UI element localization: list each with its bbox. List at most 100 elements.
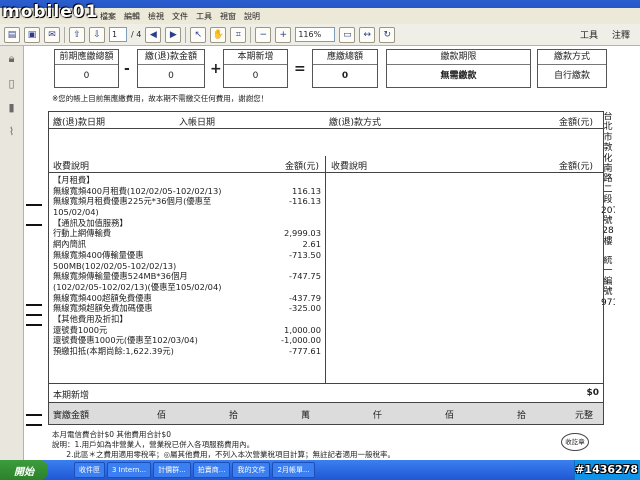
charge-item: 無線寬頻傳輸量優惠524MB*36個月 -747.75 [53, 271, 321, 282]
footnotes: 本月電信費合計$0 其他費用合計$0 說明：1.用戶如為非營業人，營業稅已併入各… [52, 430, 395, 460]
new-charges-row-amount: $0 [586, 388, 599, 398]
total-due-box: 應繳總額 0 [312, 49, 378, 88]
taskbar-item[interactable]: 3 Intern... [107, 462, 152, 478]
menu-tools[interactable]: 工具 [196, 11, 212, 22]
no-payment-note: ※您的帳上目前無應繳費用，故本期不需繳交任何費用，謝謝您！ [52, 94, 269, 103]
unit-shi: 拾 [229, 411, 239, 421]
mobile01-logo: mobile01 [2, 2, 99, 22]
payment-header-row: 繳(退)款日期 入帳日期 繳(退)款方式 金額(元) [49, 112, 603, 129]
unit-qian: 仟 [373, 411, 383, 421]
tools-button[interactable]: 工具 [580, 28, 598, 41]
tick-mark [26, 314, 42, 316]
charge-item: 還號費1000元 1,000.00 [53, 324, 321, 335]
due-date-box: 繳款期限 無需繳款 [386, 49, 531, 88]
taskbar-item[interactable]: 拍賣商... [192, 462, 231, 478]
lock-icon[interactable]: 🔒︎ [5, 52, 19, 66]
forum-watermark: #1436278 [575, 463, 638, 476]
comment-button[interactable]: 注釋 [612, 28, 630, 41]
toolbar-divider [185, 26, 187, 43]
refund-label: 繳(退)款金額 [138, 50, 204, 65]
refund-box: 繳(退)款金額 0 [137, 49, 205, 88]
navigation-pane: 🔒︎ ▯ ▮ ⌇ [0, 46, 24, 460]
email-icon[interactable]: ✉ [44, 26, 60, 43]
print-icon[interactable]: ▤ [4, 26, 20, 43]
margin-tick-marks [26, 92, 44, 452]
bookmark-icon[interactable]: ▮ [5, 100, 19, 114]
zoom-select[interactable]: 116% [295, 27, 336, 42]
select-tool-icon[interactable]: ↖ [190, 26, 207, 43]
tick-mark [26, 304, 42, 306]
equals-sign: = [294, 61, 306, 77]
charge-item: 【月租費】 [53, 175, 95, 185]
received-stamp: 收訖章 [561, 433, 589, 451]
fit-width-icon[interactable]: ↔ [359, 26, 376, 43]
charge-item: (102/02/05-102/02/13)(優惠至105/02/04) [53, 281, 222, 292]
rotate-icon[interactable]: ↻ [379, 26, 396, 43]
charge-item: 無線寬頻400月租費(102/02/05-102/02/13) 116.13 [53, 185, 321, 196]
charge-item: 【通訊及加值服務】 [53, 217, 128, 228]
unit-wan: 萬 [301, 411, 311, 421]
next-page-icon[interactable]: ⇩ [89, 26, 105, 43]
snapshot-icon[interactable]: ⌗ [230, 26, 247, 43]
minus-sign: - [124, 61, 130, 77]
charge-item: 無線寬頻月租費優惠225元*36個月(優惠至 -116.13 [53, 196, 321, 207]
charge-items: 【月租費】 無線寬頻400月租費(102/02/05-102/02/13) 116… [53, 175, 321, 357]
new-charges-value: 0 [252, 71, 259, 81]
taskbar-item[interactable]: 我的文件 [232, 462, 271, 478]
menu-view[interactable]: 檢視 [148, 11, 164, 22]
new-charges-row-label: 本期新增 [53, 391, 90, 401]
zoom-out-icon[interactable]: − [255, 26, 272, 43]
toolbar-divider [64, 26, 65, 43]
menu-help[interactable]: 說明 [244, 11, 260, 22]
actual-payment-row: 實繳金額 佰 拾 萬 仟 佰 拾 元整 [49, 403, 603, 424]
charge-item: 行動上網傳輸費 2,999.03 [53, 228, 321, 239]
charges-amount-header-right: 金額(元) [559, 162, 594, 172]
menu-edit[interactable]: 編輯 [124, 11, 140, 22]
charges-desc-header-left: 收費說明 [53, 162, 90, 172]
back-icon[interactable]: ◀ [145, 26, 162, 43]
due-date-value: 無需繳款 [440, 71, 477, 81]
column-divider [325, 156, 326, 383]
charge-item: 還號費優惠1000元(優惠至102/03/04) -1,000.00 [53, 335, 321, 346]
bill-detail-table: 繳(退)款日期 入帳日期 繳(退)款方式 金額(元) 收費說明 金額(元) 收費… [48, 111, 604, 425]
tick-mark [26, 424, 42, 426]
payment-method-header: 繳(退)款方式 [329, 118, 382, 128]
prev-page-icon[interactable]: ⇧ [69, 26, 85, 43]
pages-icon[interactable]: ▯ [5, 76, 19, 90]
fit-page-icon[interactable]: ▭ [339, 26, 356, 43]
tick-mark [26, 324, 42, 326]
new-charges-row: 本期新增 $0 [49, 383, 603, 403]
footnote-line: 本月電信費合計$0 其他費用合計$0 [52, 430, 171, 439]
page-total: / 4 [131, 30, 142, 39]
attachment-icon[interactable]: ⌇ [5, 124, 19, 138]
charges-header-row: 收費說明 金額(元) 收費說明 金額(元) [49, 156, 603, 173]
prev-balance-label: 前期應繳總額 [55, 50, 118, 65]
toolbar-divider [250, 26, 252, 43]
unit-shi-2: 拾 [517, 411, 527, 421]
page-number-input[interactable]: 1 [109, 27, 127, 42]
save-icon[interactable]: ▣ [24, 26, 40, 43]
charge-item: 預繳扣抵(本期尚餘:1,622.39元) -777.61 [53, 346, 321, 356]
due-date-label: 繳款期限 [387, 50, 530, 65]
pay-method-label: 繳款方式 [538, 50, 606, 65]
menu-file[interactable]: 檔案 [100, 11, 116, 22]
tick-mark [26, 224, 42, 226]
start-button[interactable]: 開始 [0, 460, 48, 480]
charges-desc-header-right: 收費說明 [331, 162, 368, 172]
tick-mark [26, 204, 42, 206]
taskbar: 開始 收件匣 3 Intern... 計價群... 拍賣商... 我的文件 2月… [0, 460, 640, 480]
zoom-in-icon[interactable]: + [275, 26, 292, 43]
taskbar-item[interactable]: 計價群... [153, 462, 191, 478]
hand-tool-icon[interactable]: ✋ [210, 26, 227, 43]
tick-mark [26, 414, 42, 416]
forward-icon[interactable]: ▶ [165, 26, 182, 43]
taskbar-item[interactable]: 收件匣 [74, 462, 105, 478]
taskbar-item[interactable]: 2月帳單... [272, 462, 315, 478]
payment-amount-header: 金額(元) [559, 118, 594, 128]
menu-window[interactable]: 視窗 [220, 11, 236, 22]
footnote-line: 說明：1.用戶如為非營業人，營業稅已併入各項服務費用內。 [52, 440, 255, 449]
charge-item: 【其他費用及折扣】 [53, 313, 128, 324]
menu-document[interactable]: 文件 [172, 11, 188, 22]
charge-item: 105/02/04) [53, 207, 99, 218]
footnote-line: 2.此區＊之費用適用零稅率；◎屬其他費用，不列入本次營業稅項目計算；無註記者適用… [52, 450, 396, 459]
